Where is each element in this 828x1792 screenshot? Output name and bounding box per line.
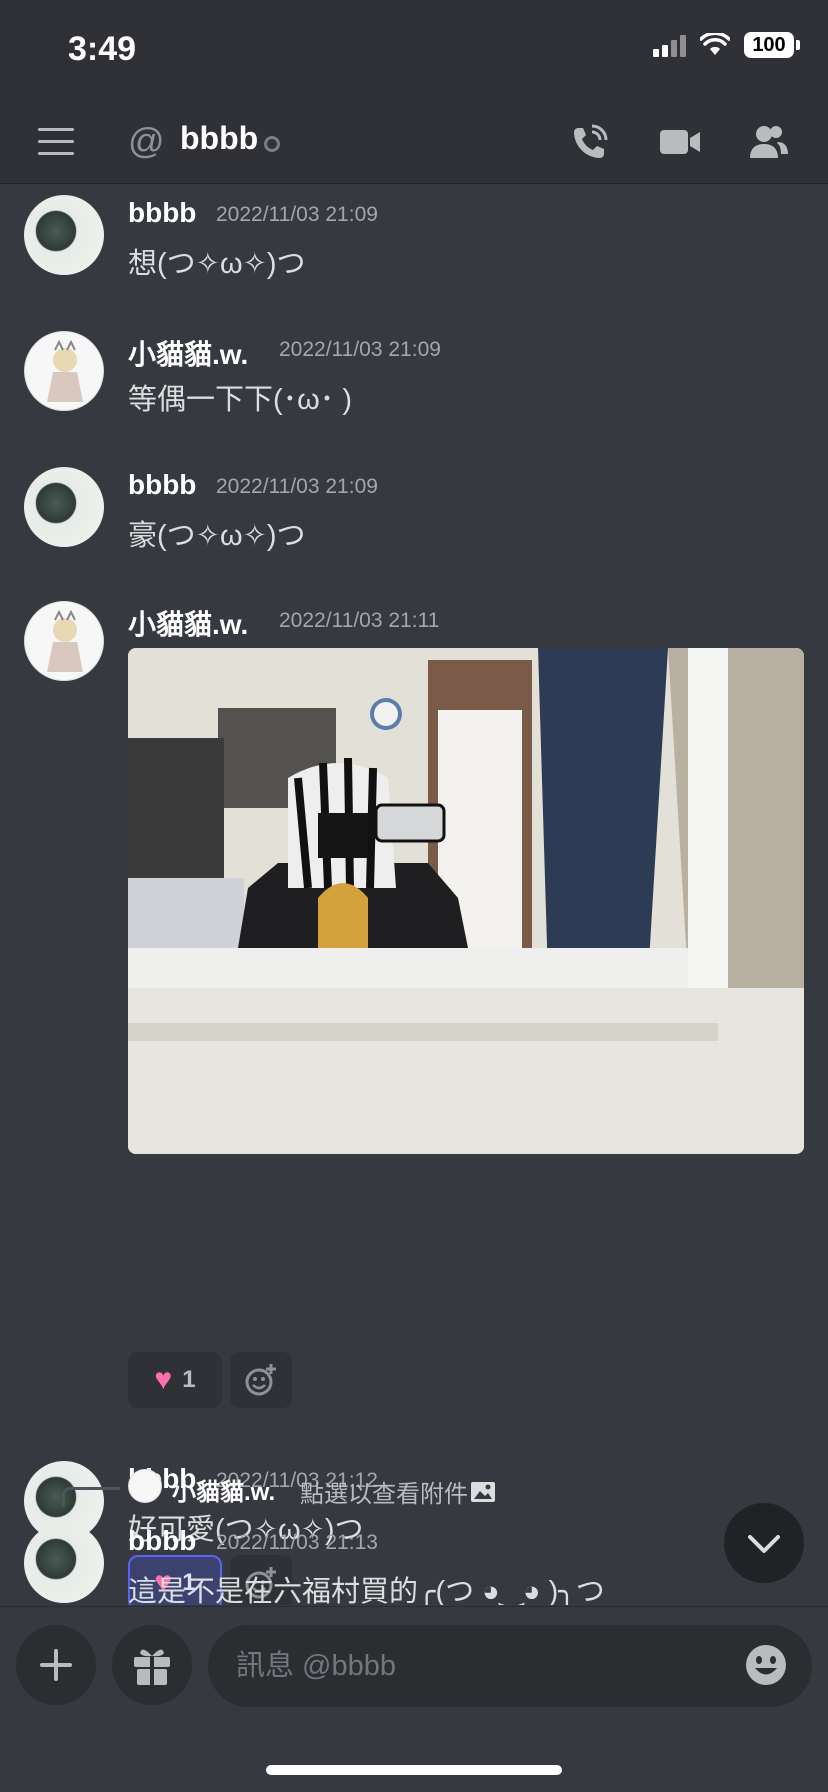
gift-button[interactable] <box>112 1625 192 1705</box>
hamburger-icon[interactable] <box>38 128 74 156</box>
message-text: 這是不是在六福村買的╭(つ ◕‿◕ )╮つ <box>128 1576 605 1605</box>
add-reaction-icon <box>245 1364 276 1396</box>
home-indicator <box>266 1765 562 1775</box>
message-timestamp: 2022/11/03 21:09 <box>216 475 378 498</box>
video-camera-icon[interactable] <box>658 120 702 164</box>
jump-to-bottom-button[interactable] <box>724 1503 804 1583</box>
avatar[interactable] <box>24 1523 104 1603</box>
channel-header: @ bbbb <box>0 100 828 184</box>
message-author[interactable]: bbbb <box>128 1525 196 1557</box>
message-author[interactable]: 小貓貓.w. <box>128 603 248 643</box>
image-icon <box>471 1481 495 1502</box>
plus-icon <box>40 1649 72 1681</box>
avatar[interactable] <box>24 331 104 411</box>
reply-avatar <box>128 1469 162 1503</box>
emoji-icon[interactable] <box>744 1643 788 1687</box>
message-text: 想(つ✧ω✧)つ <box>128 248 306 280</box>
attach-button[interactable] <box>16 1625 96 1705</box>
chevron-down-icon <box>748 1535 780 1553</box>
message-author[interactable]: bbbb <box>128 197 196 229</box>
avatar[interactable] <box>24 467 104 547</box>
wifi-icon <box>700 33 730 55</box>
message-timestamp: 2022/11/03 21:11 <box>279 609 440 632</box>
reply-preview[interactable]: 點選以查看附件 <box>300 1474 496 1509</box>
message-list[interactable]: bbbb 2022/11/03 21:09 想(つ✧ω✧)つ 小貓貓.w. 20… <box>0 185 828 1605</box>
reaction-count: 1 <box>182 1366 196 1393</box>
offline-status-dot <box>264 136 280 152</box>
reply-author[interactable]: 小貓貓.w. <box>172 1472 275 1507</box>
avatar[interactable] <box>24 601 104 681</box>
at-icon: @ <box>128 120 165 161</box>
gift-icon <box>134 1649 170 1685</box>
status-icons: 100 <box>653 32 800 58</box>
add-reaction-button[interactable] <box>230 1352 292 1408</box>
message-input[interactable] <box>208 1625 812 1707</box>
message-timestamp: 2022/11/03 21:09 <box>279 338 441 361</box>
avatar[interactable] <box>24 195 104 275</box>
message-text: 豪(つ✧ω✧)つ <box>128 520 306 552</box>
heart-emoji-icon: ♥ <box>154 1363 173 1396</box>
reply-connector <box>62 1487 120 1507</box>
message-timestamp: 2022/11/03 21:13 <box>216 1531 378 1554</box>
reaction-heart[interactable]: ♥ 1 <box>128 1352 222 1408</box>
message-timestamp: 2022/11/03 21:09 <box>216 203 378 226</box>
phone-call-icon[interactable] <box>568 120 612 164</box>
battery-icon: 100 <box>744 32 800 58</box>
message-text: 等偶一下下(･ω･ ) <box>128 384 353 416</box>
channel-title[interactable]: bbbb <box>180 120 258 157</box>
members-icon[interactable] <box>746 120 790 164</box>
cellular-signal-icon <box>653 33 686 57</box>
status-time: 3:49 <box>68 30 137 68</box>
message-composer <box>0 1606 828 1792</box>
image-attachment[interactable] <box>128 648 804 1154</box>
reply-text: 點選以查看附件 <box>300 1481 468 1508</box>
message-author[interactable]: bbbb <box>128 469 196 501</box>
status-bar: 3:49 100 <box>0 0 828 100</box>
message-author[interactable]: 小貓貓.w. <box>128 333 248 373</box>
